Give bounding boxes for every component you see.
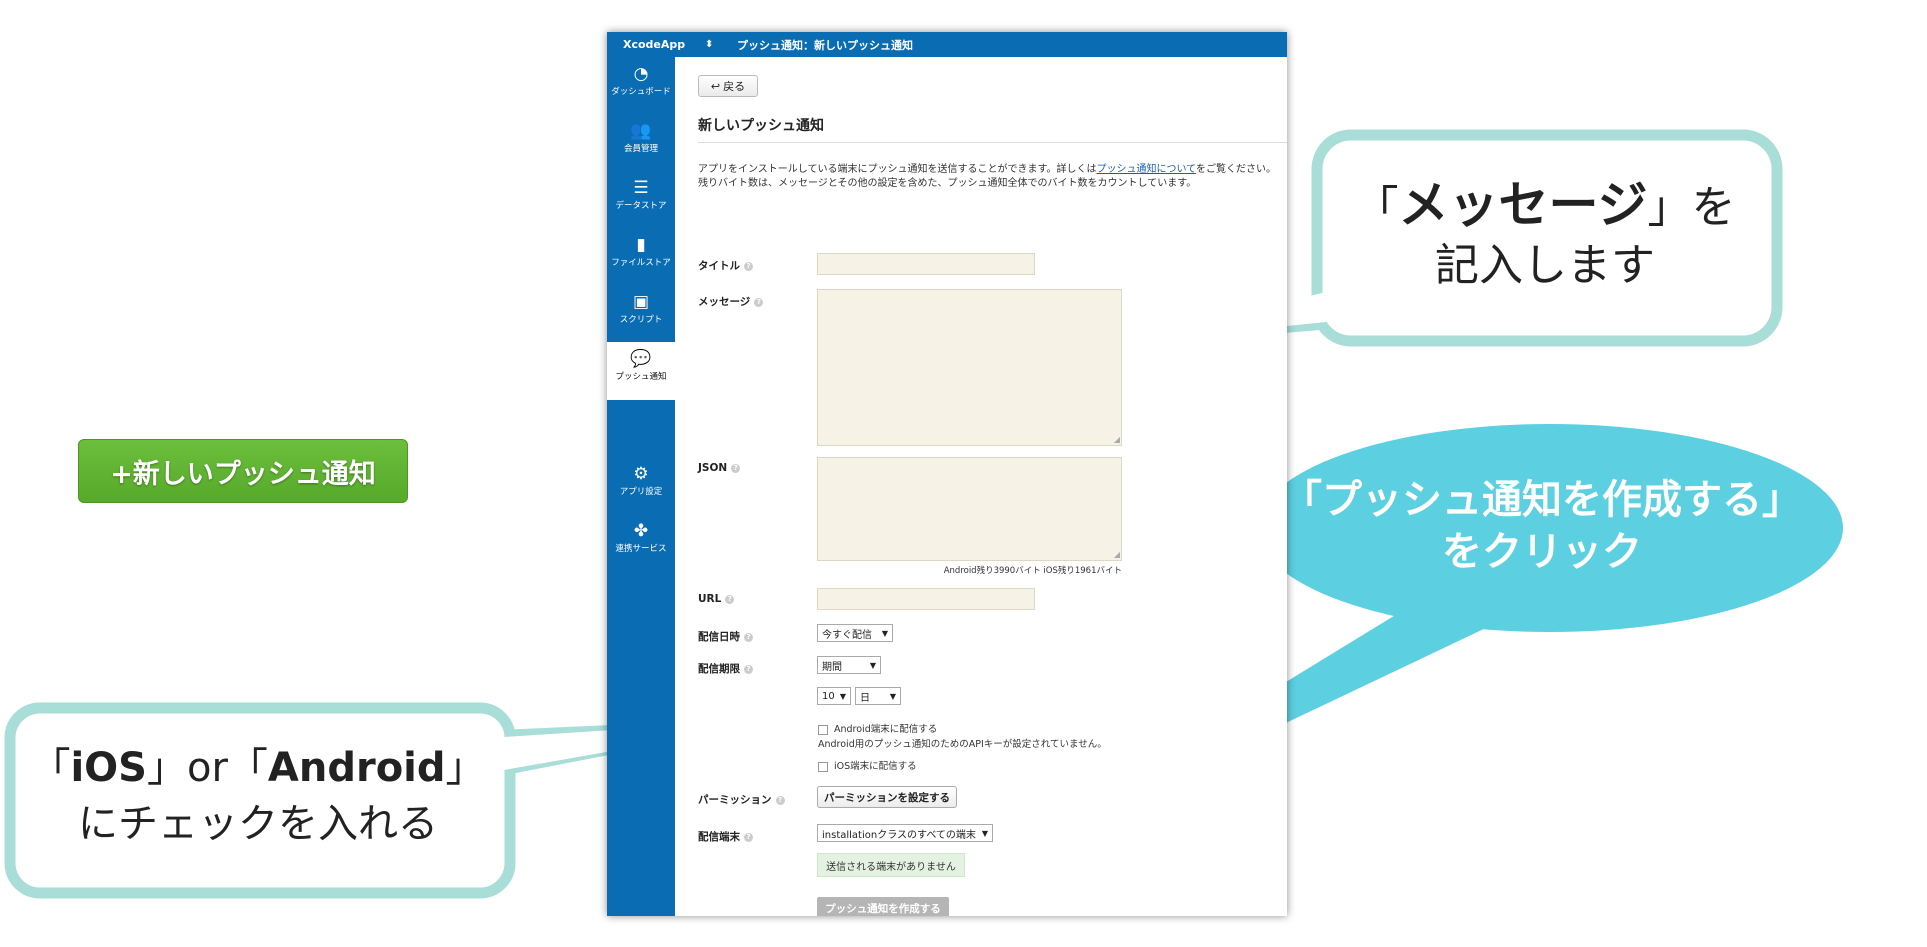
- create-callout: 「プッシュ通知を作成する」 をクリック: [1282, 477, 1802, 575]
- back-label: 戻る: [723, 80, 746, 93]
- top-bar: XcodeApp ⬍ プッシュ通知：新しいプッシュ通知: [607, 32, 1287, 57]
- json-field[interactable]: ◢: [817, 457, 1122, 561]
- datastore-icon: ☰: [633, 178, 649, 198]
- help-icon[interactable]: ?: [731, 463, 741, 473]
- sidebar-item-filestore[interactable]: ▮ ファイルストア: [607, 228, 675, 284]
- message-callout: 「メッセージ」を 記入します: [1354, 176, 1736, 291]
- resize-handle-icon[interactable]: ◢: [1114, 435, 1120, 444]
- no-devices-notice: 送信される端末がありません: [817, 853, 965, 877]
- target-select[interactable]: installationクラスのすべての端末 ▼: [817, 824, 993, 842]
- sidebar-item-label: 会員管理: [623, 144, 658, 154]
- sidebar-item-datastore[interactable]: ☰ データストア: [607, 171, 675, 227]
- back-button[interactable]: ↩ 戻る: [698, 75, 758, 97]
- sidebar-item-integrations[interactable]: ✤ 連携サービス: [607, 514, 675, 570]
- json-label: JSON?: [698, 462, 741, 474]
- help-icon[interactable]: ?: [744, 261, 753, 271]
- title-label: タイトル?: [698, 258, 753, 273]
- sidebar-item-label: アプリ設定: [619, 487, 663, 497]
- period-number-select[interactable]: 10 ▼: [817, 687, 851, 705]
- app-switch-icon[interactable]: ⬍: [705, 39, 727, 50]
- delivery-time-label: 配信日時?: [698, 629, 753, 644]
- breadcrumb: プッシュ通知：新しいプッシュ通知: [737, 38, 913, 52]
- sidebar-item-script[interactable]: ▣ スクリプト: [607, 285, 675, 341]
- dropdown-arrow-icon: ▼: [981, 828, 988, 838]
- byte-count: Android残り3990バイト iOS残り1961バイト: [943, 566, 1122, 576]
- users-icon: 👥: [630, 121, 652, 141]
- dropdown-arrow-icon: ▼: [839, 691, 846, 701]
- description-text: アプリをインストールしている端末にプッシュ通知を送信することができます。詳しくは: [698, 164, 1097, 175]
- gears-icon: ⚙: [633, 464, 649, 484]
- description: アプリをインストールしている端末にプッシュ通知を送信することができます。詳しくは…: [698, 163, 1287, 191]
- period-unit-select[interactable]: 日 ▼: [855, 687, 901, 705]
- main-content: ↩ 戻る 新しいプッシュ通知 アプリをインストールしている端末にプッシュ通知を送…: [675, 57, 1287, 916]
- script-icon: ▣: [632, 292, 650, 312]
- sidebar-item-label: データストア: [615, 201, 667, 211]
- permission-label: パーミッション?: [698, 792, 785, 807]
- description-text: をご覧ください。: [1196, 164, 1276, 175]
- target-label: 配信端末?: [698, 829, 753, 844]
- sidebar-item-label: スクリプト: [619, 315, 663, 325]
- sidebar-item-push[interactable]: 💬 プッシュ通知: [607, 342, 675, 400]
- app-window: XcodeApp ⬍ プッシュ通知：新しいプッシュ通知 ◔ ダッシュボード 👥 …: [607, 32, 1287, 916]
- divider: [698, 142, 1287, 143]
- sidebar-item-app-settings[interactable]: ⚙ アプリ設定: [607, 457, 675, 513]
- android-note: Android用のプッシュ通知のためのAPIキーが設定されていません。: [818, 739, 1107, 750]
- sidebar-item-label: ダッシュボード: [611, 87, 671, 97]
- set-permission-button[interactable]: パーミッションを設定する: [817, 786, 957, 808]
- url-field[interactable]: [817, 588, 1035, 610]
- os-callout: 「iOS」or「Android」 にチェックを入れる: [30, 745, 486, 847]
- url-label: URL?: [698, 593, 735, 605]
- file-icon: ▮: [636, 235, 646, 255]
- ios-checkbox-row[interactable]: iOS端末に配信する: [818, 758, 917, 772]
- sidebar-item-label: 連携サービス: [615, 544, 667, 554]
- message-label: メッセージ?: [698, 294, 764, 309]
- sidebar-item-label: プッシュ通知: [615, 372, 667, 382]
- help-icon[interactable]: ?: [754, 297, 764, 307]
- delivery-period-label: 配信期限?: [698, 661, 753, 676]
- dropdown-arrow-icon: ▼: [869, 660, 876, 670]
- push-help-link[interactable]: プッシュ通知について: [1097, 164, 1197, 175]
- dashboard-icon: ◔: [633, 64, 649, 84]
- help-icon[interactable]: ?: [744, 832, 753, 842]
- integrations-icon: ✤: [633, 521, 649, 541]
- sidebar-item-dashboard[interactable]: ◔ ダッシュボード: [607, 57, 675, 113]
- delivery-period-select[interactable]: 期間 ▼: [817, 656, 881, 674]
- resize-handle-icon[interactable]: ◢: [1114, 550, 1120, 559]
- help-icon[interactable]: ?: [725, 594, 735, 604]
- app-name[interactable]: XcodeApp: [607, 38, 705, 51]
- help-icon[interactable]: ?: [775, 795, 785, 805]
- sidebar: ◔ ダッシュボード 👥 会員管理 ☰ データストア ▮ ファイルストア ▣ スク…: [607, 57, 675, 916]
- help-icon[interactable]: ?: [744, 632, 753, 642]
- title-field[interactable]: [817, 253, 1035, 275]
- dropdown-arrow-icon: ▼: [881, 628, 888, 638]
- description-text: 残りバイト数は、メッセージとその他の設定を含めた、プッシュ通知全体でのバイト数を…: [698, 178, 1197, 189]
- dropdown-arrow-icon: ▼: [889, 691, 896, 701]
- sidebar-item-users[interactable]: 👥 会員管理: [607, 114, 675, 170]
- chat-bubble-icon: 💬: [630, 349, 652, 369]
- back-arrow-icon: ↩: [710, 79, 721, 93]
- android-checkbox-row[interactable]: Android端末に配信する: [818, 721, 937, 735]
- message-field[interactable]: ◢: [817, 289, 1122, 446]
- ios-checkbox[interactable]: [818, 761, 828, 772]
- help-icon[interactable]: ?: [744, 664, 753, 674]
- sidebar-item-label: ファイルストア: [611, 258, 671, 268]
- delivery-time-select[interactable]: 今すぐ配信 ▼: [817, 624, 893, 642]
- create-push-button[interactable]: プッシュ通知を作成する: [817, 897, 949, 916]
- page-title: 新しいプッシュ通知: [698, 118, 824, 134]
- android-checkbox[interactable]: [818, 724, 828, 735]
- new-push-notification-button[interactable]: +新しいプッシュ通知: [78, 439, 408, 503]
